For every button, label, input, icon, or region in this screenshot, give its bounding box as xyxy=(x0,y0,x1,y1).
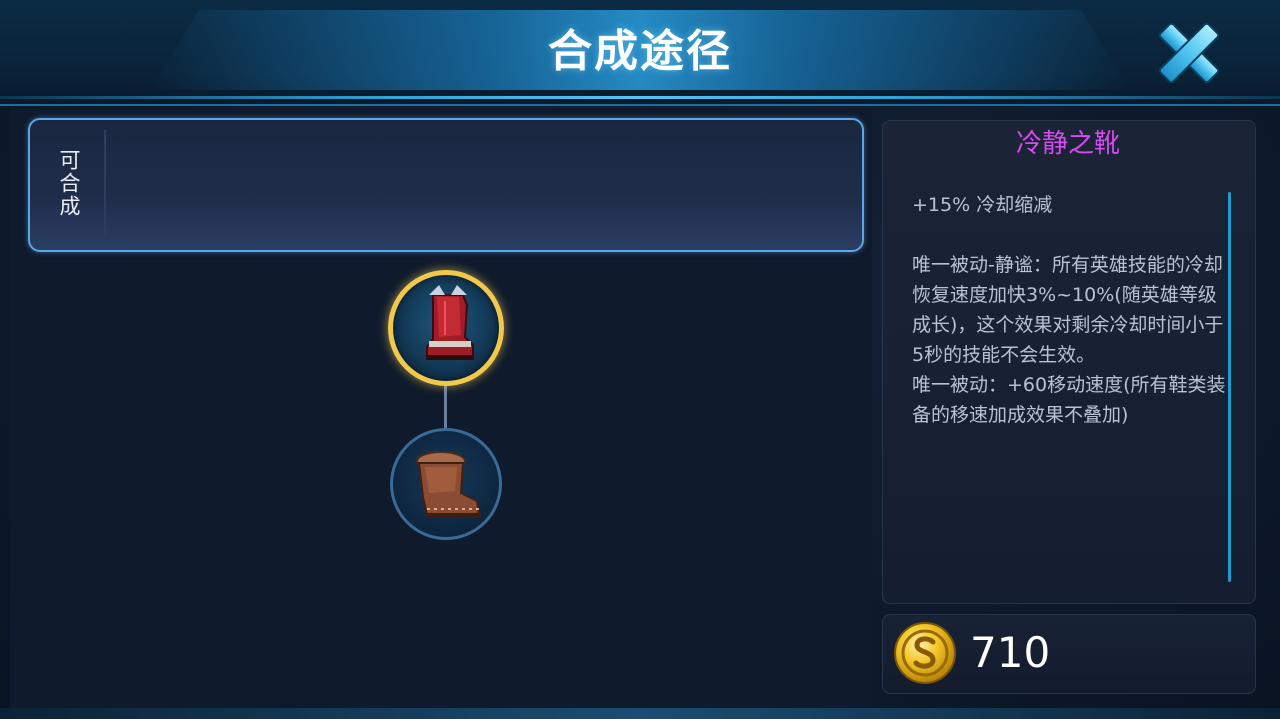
craft-divider xyxy=(104,130,106,238)
header-divider xyxy=(0,96,1280,99)
item-slot-component[interactable] xyxy=(390,428,502,540)
bottom-border xyxy=(0,708,1280,719)
craftable-label: 可合成 xyxy=(57,148,81,218)
close-button[interactable] xyxy=(1150,18,1228,88)
synthesis-path-window: 合成途径 可合成 冷静之靴 +15% 冷却缩减 唯一被动-静谧：所有英雄技能的冷… xyxy=(0,0,1280,719)
item-price: 710 xyxy=(970,628,1051,677)
craftable-items-box xyxy=(28,118,864,252)
page-title: 合成途径 xyxy=(548,26,732,77)
description-scrollbar[interactable] xyxy=(1228,192,1231,582)
gold-coin-icon xyxy=(892,620,958,686)
close-icon xyxy=(1158,22,1220,84)
item-name: 冷静之靴 xyxy=(1015,129,1120,159)
brown-leather-boot-icon xyxy=(416,451,481,518)
recipe-connector-line xyxy=(444,382,447,430)
item-slot-main[interactable] xyxy=(388,270,504,386)
header-bar: 合成途径 xyxy=(0,0,1280,106)
red-armored-boot-icon xyxy=(426,285,474,360)
item-description: +15% 冷却缩减 唯一被动-静谧：所有英雄技能的冷却恢复速度加快3%~10%(… xyxy=(912,194,1226,426)
